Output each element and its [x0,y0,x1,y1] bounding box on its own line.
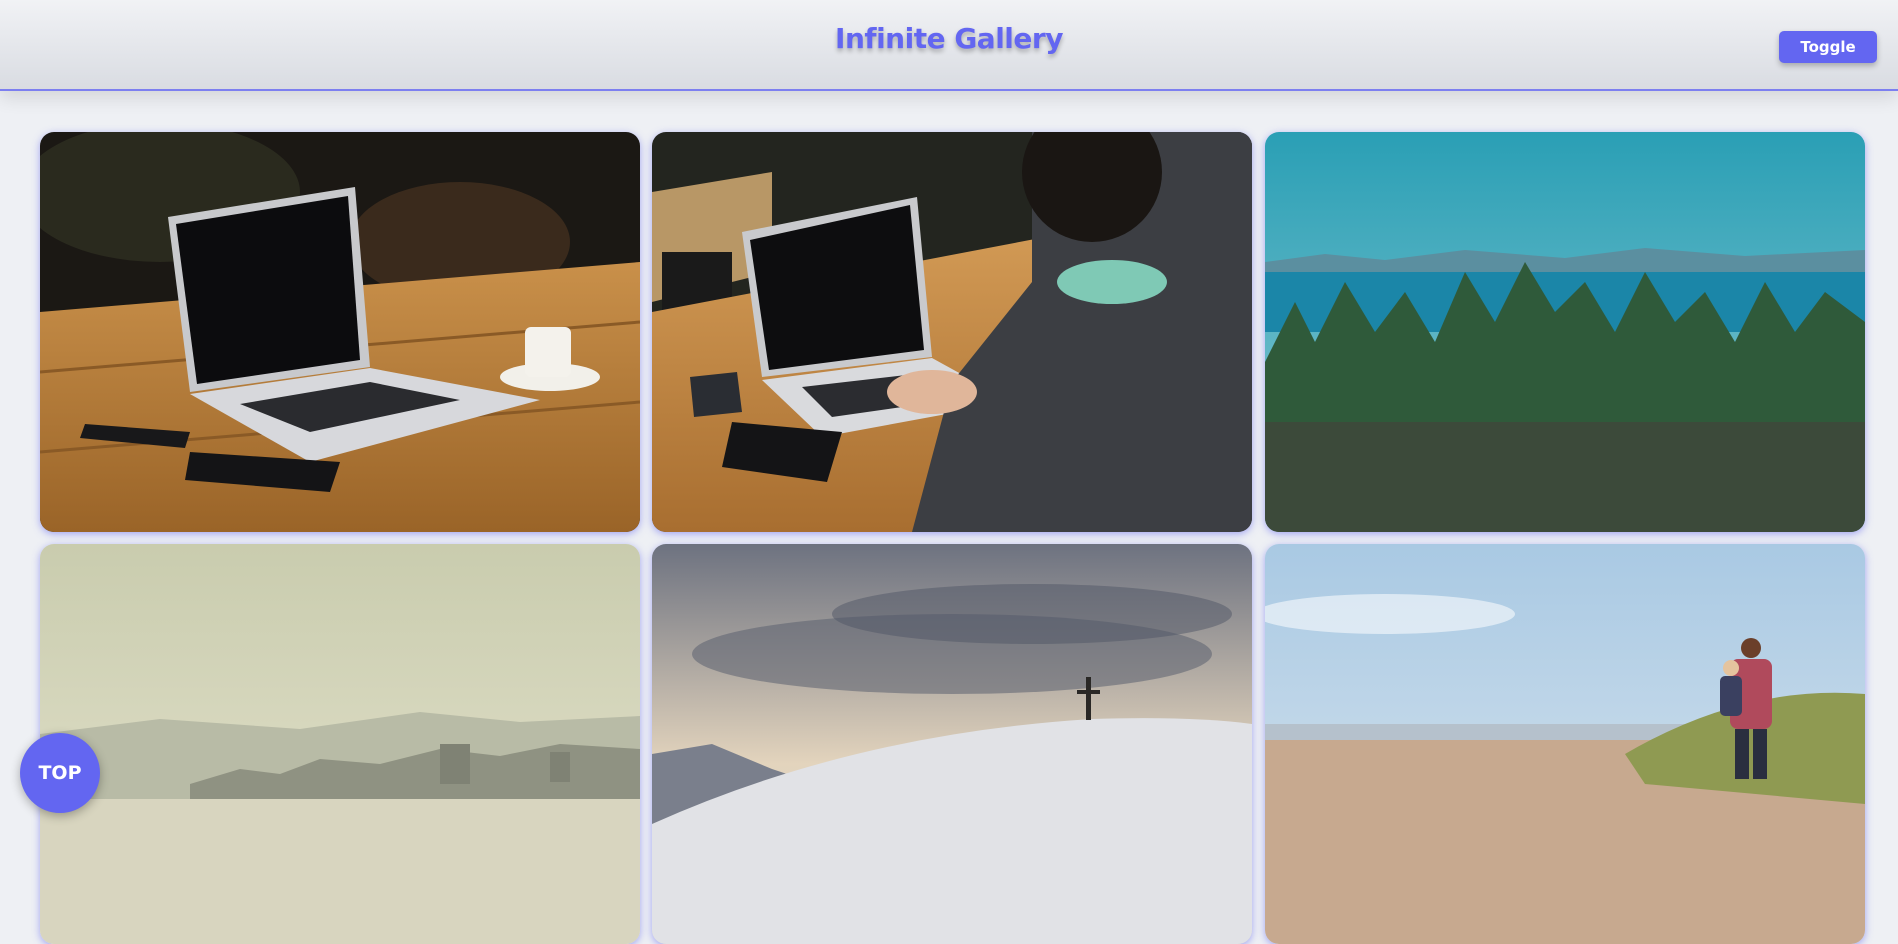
hazy-beach-photo [40,544,640,944]
scroll-to-top-button[interactable]: TOP [20,733,100,813]
app-header: Infinite Gallery Toggle [0,0,1898,91]
forest-sea-photo [1265,132,1865,532]
gallery-image-snowy-cross[interactable] [652,544,1252,944]
gallery-image-laptop-table[interactable] [40,132,640,532]
laptop-table-photo [40,132,640,532]
gallery-image-forest-sea[interactable] [1265,132,1865,532]
gallery-image-person-laptop[interactable] [652,132,1252,532]
gallery-image-beach-walk[interactable] [1265,544,1865,944]
gallery-image-hazy-beach[interactable] [40,544,640,944]
toggle-button[interactable]: Toggle [1779,31,1877,63]
snowy-cross-photo [652,544,1252,944]
person-laptop-photo [652,132,1252,532]
beach-walk-photo [1265,544,1865,944]
page-title: Infinite Gallery [835,22,1063,55]
image-gallery [0,0,1898,944]
